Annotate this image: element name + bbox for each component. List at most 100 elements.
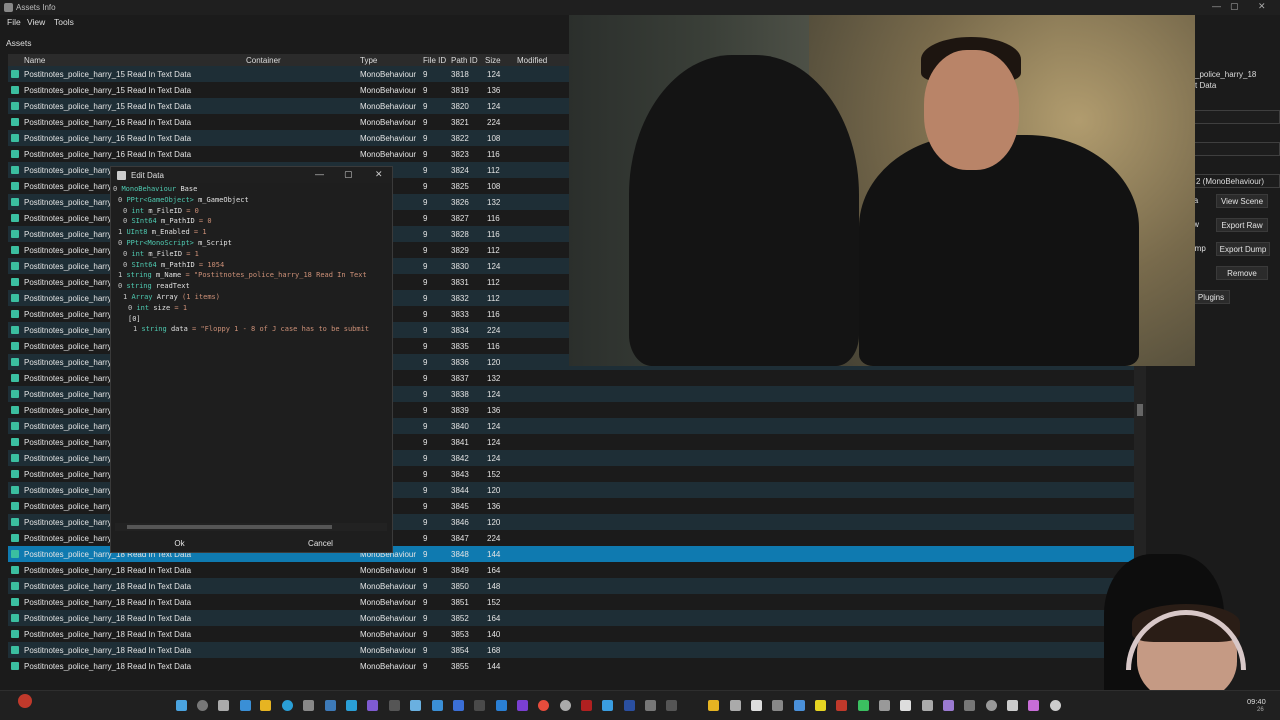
table-row[interactable]: Postitnotes_police_harry_18 Read In Text… <box>8 642 1134 658</box>
cancel-button[interactable]: Cancel <box>258 537 383 551</box>
tree-node[interactable]: 0 int size = 1 <box>128 304 187 312</box>
app-icon-5[interactable] <box>410 700 421 711</box>
column-size[interactable]: Size <box>485 56 501 65</box>
app-icon-17[interactable] <box>730 700 741 711</box>
table-row[interactable]: Postitnotes_police_harry_18 Read In Text… <box>8 594 1134 610</box>
view-scene-button[interactable]: View Scene <box>1216 194 1268 208</box>
column-name[interactable]: Name <box>24 56 45 65</box>
app-icon-6[interactable] <box>432 700 443 711</box>
asset-icon <box>11 406 19 414</box>
notification-icon[interactable] <box>18 694 32 708</box>
tree-node-type: int <box>131 206 145 215</box>
tree-node[interactable]: 1 string data = "Floppy 1 - 8 of J case … <box>133 325 369 333</box>
tree-node[interactable]: 0 SInt64 m_PathID = 0 <box>123 217 212 225</box>
edge-icon[interactable] <box>282 700 293 711</box>
dialog-title-bar[interactable]: Edit Data — ▢ ✕ <box>111 167 392 183</box>
dialog-scrollbar-thumb[interactable] <box>127 525 332 529</box>
app-icon-22[interactable] <box>836 700 847 711</box>
app-icon-13[interactable] <box>624 700 635 711</box>
scrollbar-thumb[interactable] <box>1137 404 1143 416</box>
tree-node[interactable]: 0 PPtr<GameObject> m_GameObject <box>118 196 249 204</box>
table-row[interactable]: Postitnotes_police_harry_18 Read In Text… <box>8 578 1134 594</box>
tree-node[interactable]: 0 string readText <box>118 282 190 290</box>
app-icon-9[interactable] <box>517 700 528 711</box>
store-icon[interactable] <box>303 700 314 711</box>
table-row[interactable]: Postitnotes_police_harry_18 Read In Text… <box>8 658 1134 674</box>
app-icon-16[interactable] <box>708 700 719 711</box>
row-type: MonoBehaviour <box>360 134 417 143</box>
ok-button[interactable]: Ok <box>117 537 242 551</box>
app-icon-10[interactable] <box>560 700 571 711</box>
tree-node[interactable]: 1 UInt8 m_Enabled = 1 <box>118 228 207 236</box>
app-icon-26[interactable] <box>922 700 933 711</box>
minimize-icon[interactable]: — <box>1212 1 1221 11</box>
file-explorer-icon[interactable] <box>260 700 271 711</box>
app-icon-7[interactable] <box>453 700 464 711</box>
app-icon-32[interactable] <box>1050 700 1061 711</box>
column-container[interactable]: Container <box>246 56 281 65</box>
chrome-icon[interactable] <box>538 700 549 711</box>
tree-node[interactable]: 0 SInt64 m_PathID = 1054 <box>123 261 224 269</box>
app-icon-2[interactable] <box>325 700 336 711</box>
column-type[interactable]: Type <box>360 56 377 65</box>
column-file-id[interactable]: File ID <box>423 56 446 65</box>
tree-node[interactable]: 0 MonoBehaviour Base <box>113 185 197 193</box>
app-icon-20[interactable] <box>794 700 805 711</box>
app-icon-1[interactable] <box>240 700 251 711</box>
remove-button[interactable]: Remove <box>1216 266 1268 280</box>
dialog-close-icon[interactable]: ✕ <box>375 169 383 180</box>
app-icon-27[interactable] <box>943 700 954 711</box>
telegram-icon[interactable] <box>346 700 357 711</box>
app-icon-30[interactable] <box>1007 700 1018 711</box>
asset-icon <box>11 294 19 302</box>
app-icon-4[interactable] <box>389 700 400 711</box>
taskbar-clock[interactable]: 09:40 <box>1247 697 1266 706</box>
column-modified[interactable]: Modified <box>517 56 547 65</box>
export-dump-button[interactable]: Export Dump <box>1216 242 1270 256</box>
app-icon-21[interactable] <box>815 700 826 711</box>
app-icon-14[interactable] <box>645 700 656 711</box>
app-icon-28[interactable] <box>964 700 975 711</box>
app-icon-24[interactable] <box>879 700 890 711</box>
tree-node[interactable]: [0] <box>128 315 141 323</box>
dialog-maximize-icon[interactable]: ▢ <box>344 169 353 180</box>
column-path-id[interactable]: Path ID <box>451 56 478 65</box>
maximize-icon[interactable]: ▢ <box>1230 1 1239 12</box>
container-field[interactable] <box>1192 142 1280 156</box>
close-icon[interactable]: ✕ <box>1258 1 1266 12</box>
table-row[interactable]: Postitnotes_police_harry_18 Read In Text… <box>8 626 1134 642</box>
app-icon-25[interactable] <box>900 700 911 711</box>
search-icon[interactable] <box>197 700 208 711</box>
app-icon-31[interactable] <box>1028 700 1039 711</box>
vscode-icon[interactable] <box>496 700 507 711</box>
app-icon-29[interactable] <box>986 700 997 711</box>
app-icon-8[interactable] <box>474 700 485 711</box>
app-icon-18[interactable] <box>751 700 762 711</box>
dialog-minimize-icon[interactable]: — <box>315 169 324 179</box>
tree-node-name: readText <box>155 282 190 291</box>
menu-file[interactable]: File <box>7 17 21 27</box>
tree-node[interactable]: 1 string m_Name = "Postitnotes_police_ha… <box>118 271 367 279</box>
table-row[interactable]: Postitnotes_police_harry_18 Read In Text… <box>8 610 1134 626</box>
app-icon-3[interactable] <box>367 700 378 711</box>
path-field[interactable] <box>1192 110 1280 124</box>
dialog-horizontal-scrollbar[interactable] <box>115 523 387 531</box>
task-view-icon[interactable] <box>218 700 229 711</box>
app-icon-23[interactable] <box>858 700 869 711</box>
start-icon[interactable] <box>176 700 187 711</box>
tree-node[interactable]: 0 int m_FileID = 0 <box>123 207 199 215</box>
app-icon-19[interactable] <box>772 700 783 711</box>
taskbar-date[interactable]: 26 <box>1257 707 1264 713</box>
app-icon-11[interactable] <box>581 700 592 711</box>
app-icon-15[interactable] <box>666 700 677 711</box>
menu-tools[interactable]: Tools <box>54 17 74 27</box>
export-raw-button[interactable]: Export Raw <box>1216 218 1268 232</box>
asset-icon <box>11 662 19 670</box>
app-icon-12[interactable] <box>602 700 613 711</box>
menu-view[interactable]: View <box>27 17 45 27</box>
plugins-button[interactable]: Plugins <box>1192 290 1230 304</box>
tree-node[interactable]: 0 int m_FileID = 1 <box>123 250 199 258</box>
tree-node[interactable]: 0 PPtr<MonoScript> m_Script <box>118 239 232 247</box>
tree-node[interactable]: 1 Array Array (1 items) <box>123 293 220 301</box>
table-row[interactable]: Postitnotes_police_harry_18 Read In Text… <box>8 562 1134 578</box>
